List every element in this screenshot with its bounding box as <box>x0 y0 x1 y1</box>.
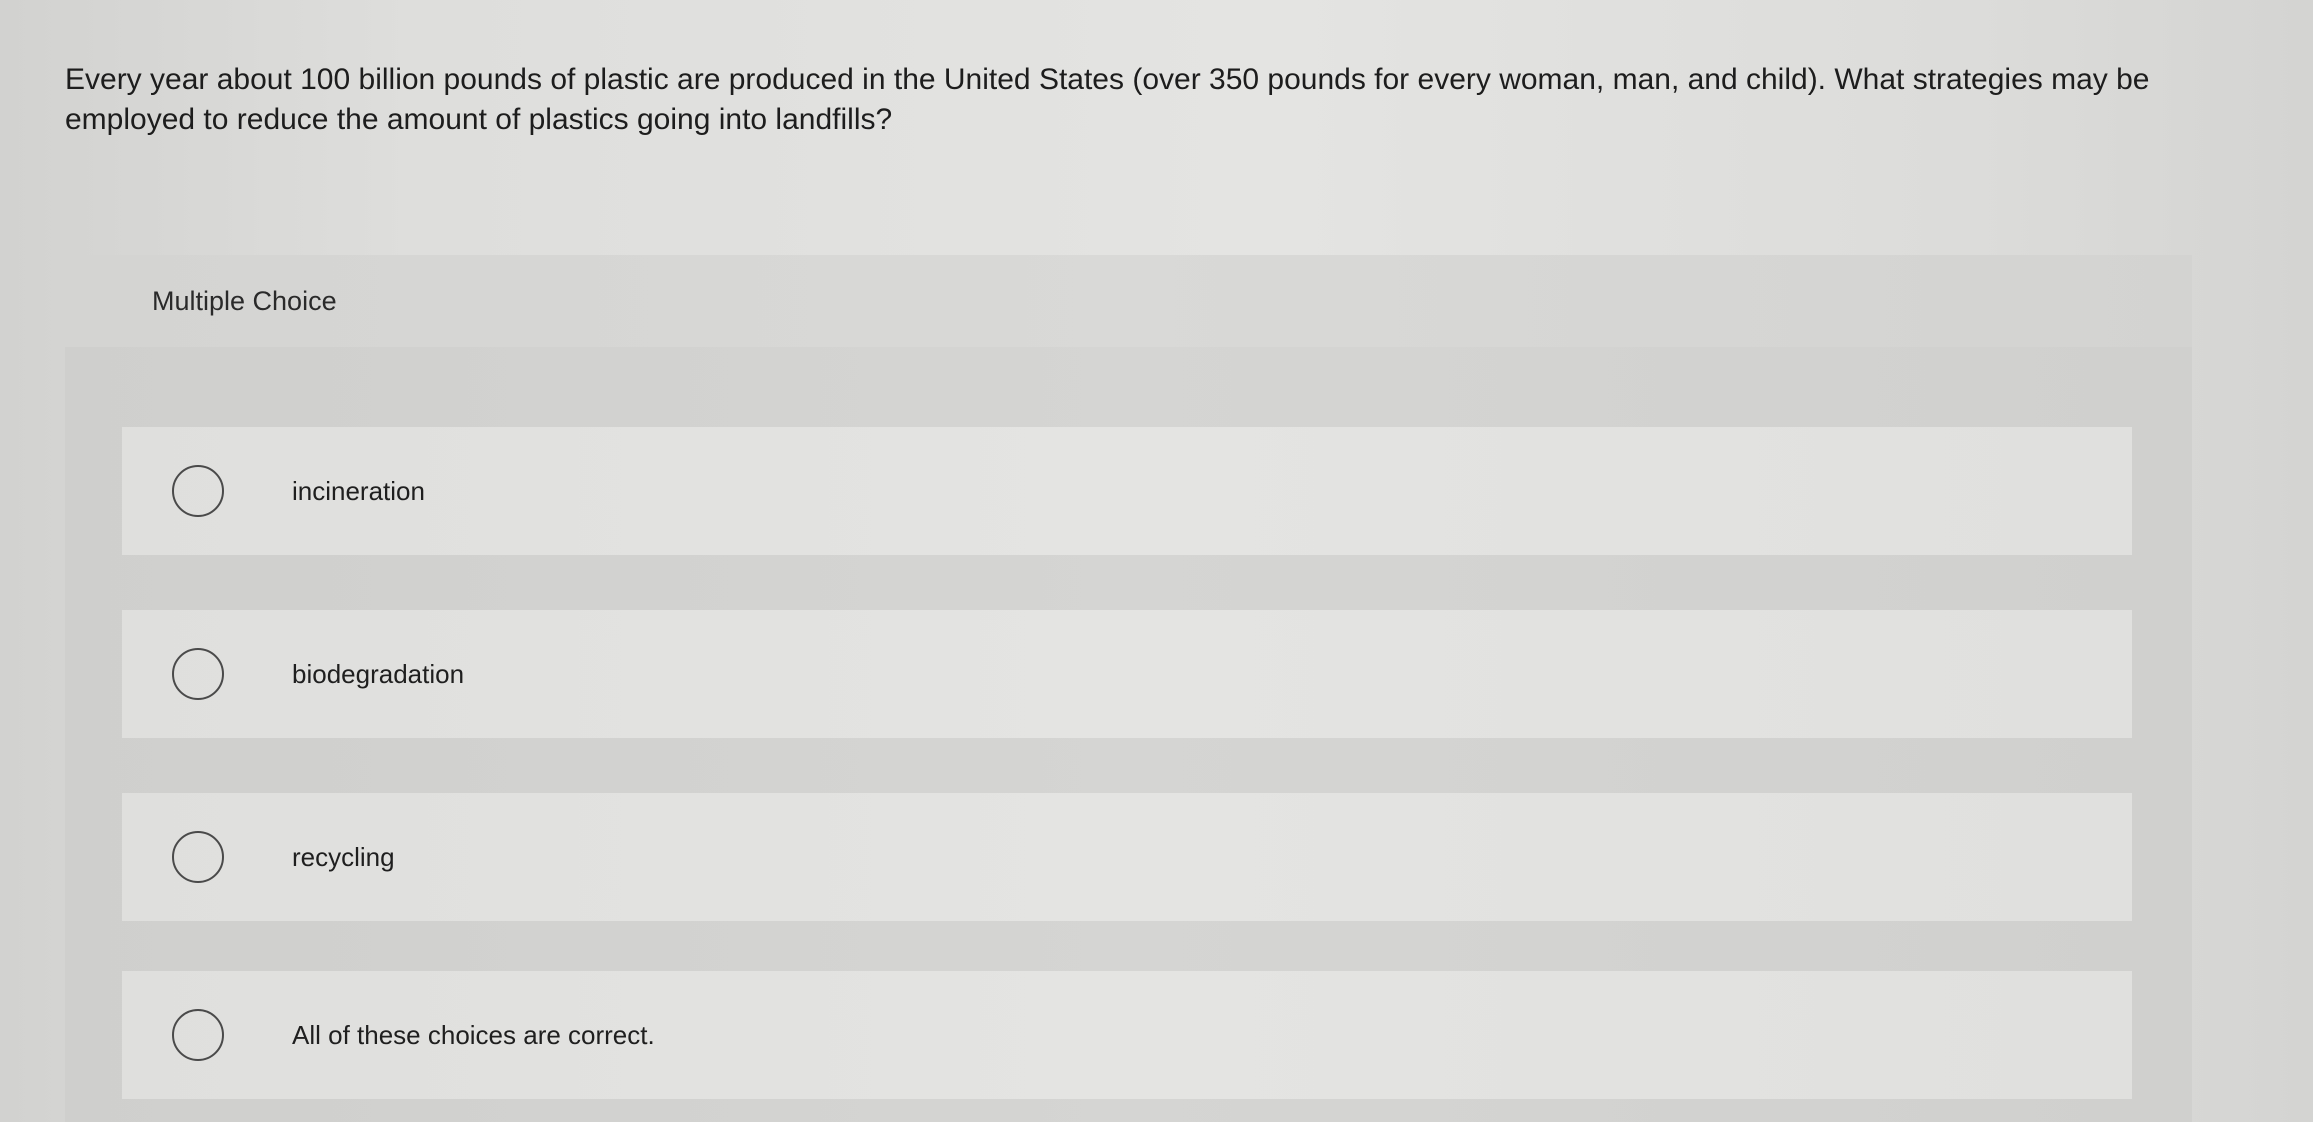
radio-button-icon[interactable] <box>172 648 224 700</box>
multiple-choice-panel: Multiple Choice incineration biodegradat… <box>65 255 2192 1122</box>
radio-button-icon[interactable] <box>172 831 224 883</box>
choice-option-all-correct[interactable]: All of these choices are correct. <box>122 971 2132 1099</box>
panel-header: Multiple Choice <box>65 255 2192 347</box>
choice-option-incineration[interactable]: incineration <box>122 427 2132 555</box>
panel-title: Multiple Choice <box>152 285 337 316</box>
choice-label: incineration <box>292 475 425 506</box>
choice-label: biodegradation <box>292 658 465 689</box>
question-text: Every year about 100 billion pounds of p… <box>65 63 2150 136</box>
radio-button-icon[interactable] <box>172 1009 224 1061</box>
choice-label: All of these choices are correct. <box>292 1019 655 1050</box>
choice-option-recycling[interactable]: recycling <box>122 793 2132 921</box>
choice-option-biodegradation[interactable]: biodegradation <box>122 610 2132 738</box>
radio-button-icon[interactable] <box>172 465 224 517</box>
choice-label: recycling <box>292 841 395 872</box>
